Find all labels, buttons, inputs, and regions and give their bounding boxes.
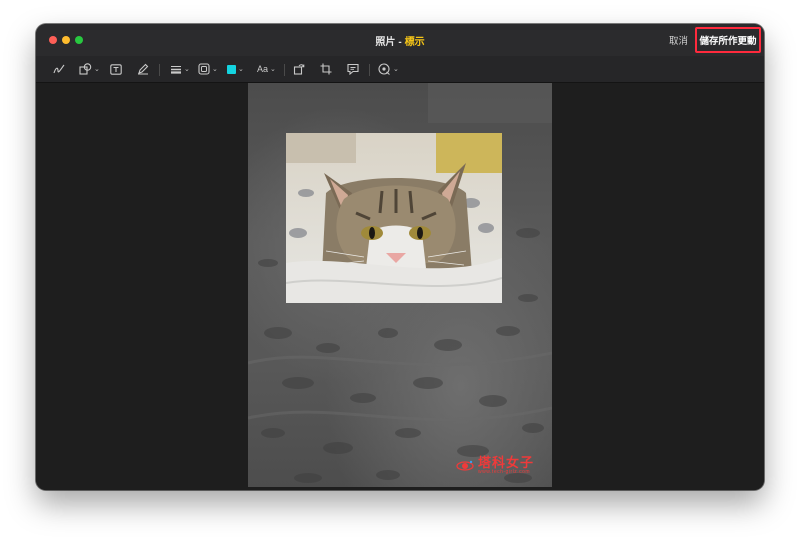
markup-options-tool[interactable]: ⌄ — [378, 61, 399, 77]
window-title: 照片 - 標示 — [36, 33, 764, 48]
border-style-tool[interactable]: ⌄ — [198, 61, 218, 77]
title-app-name: 照片 — [375, 37, 396, 48]
chevron-down-icon: ⌄ — [393, 66, 399, 73]
watermark-subtitle: www.tech-girlz.com — [477, 469, 531, 475]
chevron-down-icon: ⌄ — [238, 66, 244, 73]
border-style-icon — [198, 63, 210, 75]
toolbar-divider — [284, 64, 285, 76]
rotate-icon — [293, 64, 305, 75]
save-changes-label: 儲存所作更動 — [699, 36, 757, 47]
text-box-tool[interactable] — [110, 61, 122, 77]
color-tool[interactable]: ⌄ — [227, 61, 244, 77]
watermark: 塔科女子 www.tech-girlz.com — [456, 456, 534, 475]
sketch-icon — [53, 64, 65, 74]
save-changes-button[interactable]: 儲存所作更動 — [695, 27, 761, 53]
chevron-down-icon: ⌄ — [270, 66, 276, 73]
title-mode: 標示 — [404, 37, 425, 48]
title-bar: 照片 - 標示 取消 儲存所作更動 — [36, 24, 764, 56]
color-swatch — [227, 64, 236, 74]
photo-image: 塔科女子 www.tech-girlz.com — [248, 83, 552, 487]
editing-canvas: 塔科女子 www.tech-girlz.com — [36, 83, 764, 490]
photos-markup-window: 照片 - 標示 取消 儲存所作更動 ⌄ ⌄ ⌄ ⌄ Aa ⌄ ⌄ 塔科女子 ww… — [36, 24, 764, 490]
line-style-icon — [171, 66, 181, 74]
chevron-down-icon: ⌄ — [212, 66, 218, 73]
shapes-icon — [79, 63, 92, 75]
chevron-down-icon: ⌄ — [94, 66, 100, 73]
watermark-title: 塔科女子 — [477, 455, 534, 470]
line-style-tool[interactable]: ⌄ — [170, 61, 190, 77]
sketch-tool[interactable] — [53, 61, 65, 77]
markup-options-icon — [378, 63, 390, 75]
crop-tool[interactable] — [320, 61, 332, 77]
description-tool[interactable] — [347, 61, 359, 77]
magnifier-highlight-region[interactable] — [286, 133, 502, 303]
title-separator: - — [398, 37, 402, 48]
highlighter-icon — [138, 63, 149, 75]
text-style-label: Aa — [257, 64, 269, 74]
text-box-icon — [110, 63, 122, 75]
chevron-down-icon: ⌄ — [184, 66, 190, 73]
markup-toolbar: ⌄ ⌄ ⌄ ⌄ Aa ⌄ ⌄ — [36, 56, 764, 83]
toolbar-divider — [159, 64, 160, 76]
text-style-tool[interactable]: Aa ⌄ — [257, 61, 276, 77]
highlight-tool[interactable] — [137, 61, 149, 77]
crop-icon — [320, 63, 332, 75]
cat-photo — [286, 133, 502, 303]
cancel-button[interactable]: 取消 — [669, 33, 688, 47]
description-icon — [347, 63, 359, 75]
rotate-tool[interactable] — [293, 61, 305, 77]
watermark-logo-icon — [456, 460, 474, 471]
toolbar-divider — [369, 64, 370, 76]
shapes-tool[interactable]: ⌄ — [79, 61, 100, 77]
